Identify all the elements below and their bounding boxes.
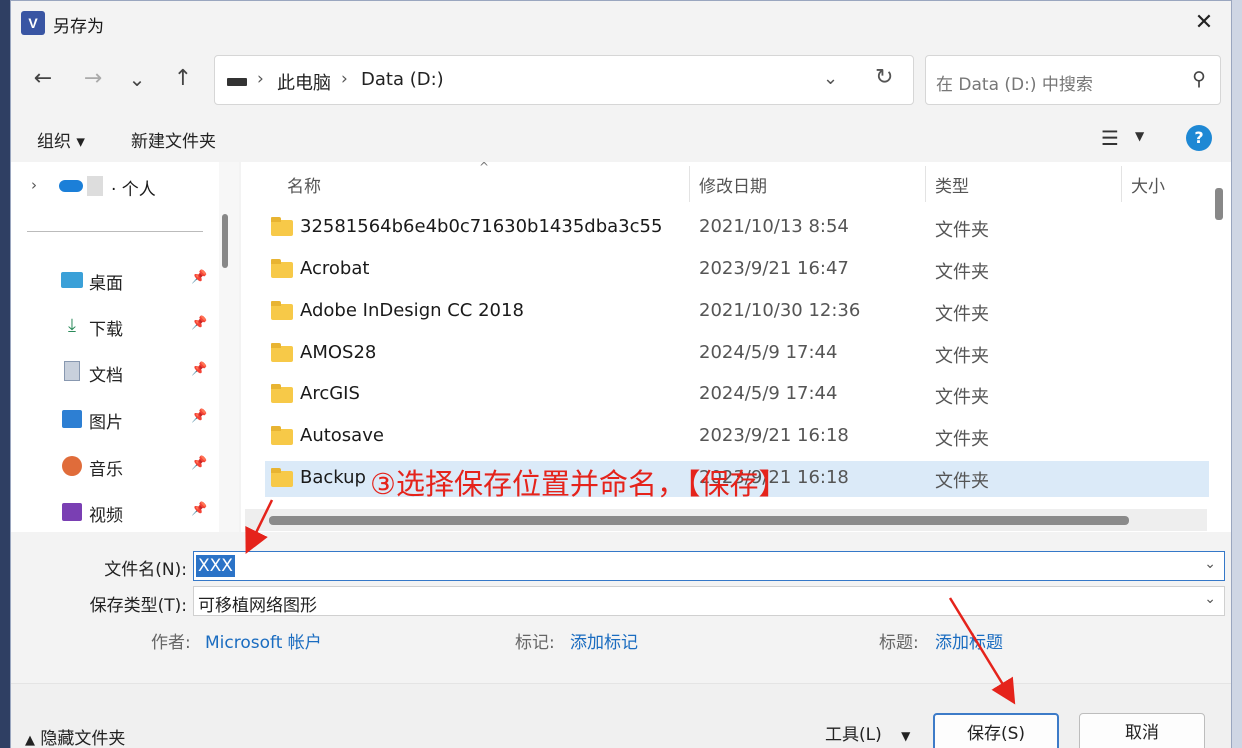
annotation-arrows [245, 499, 1016, 705]
arrow-to-filename [245, 499, 274, 554]
arrow-to-save [948, 597, 1016, 705]
